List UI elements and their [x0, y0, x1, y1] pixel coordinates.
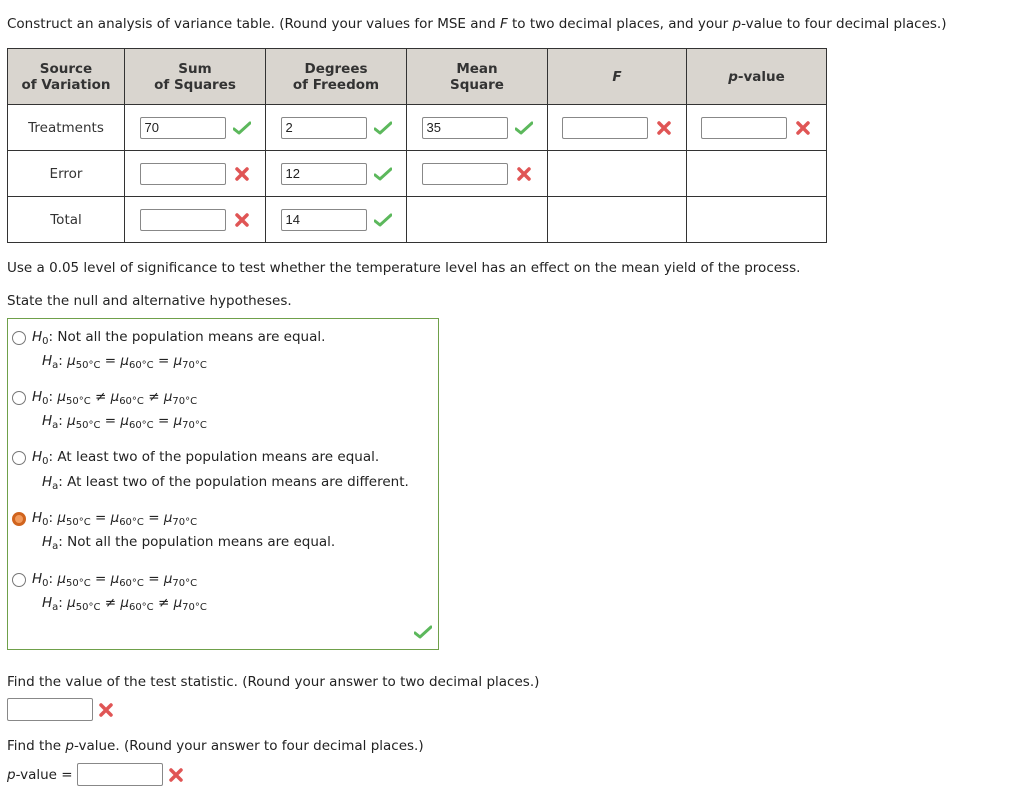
- radio-button[interactable]: [12, 573, 26, 587]
- x-icon: [515, 166, 533, 182]
- check-icon: [413, 625, 433, 643]
- p-cell: [686, 104, 827, 151]
- row-label: Treatments: [28, 119, 104, 136]
- row-label-cell: Treatments: [7, 104, 125, 151]
- instr-text: Construct an analysis of variance table.…: [7, 16, 500, 32]
- radio-button[interactable]: [12, 451, 26, 465]
- table-row-total: Total: [7, 196, 827, 243]
- radio-button-selected[interactable]: [12, 512, 26, 526]
- check-icon: [373, 212, 392, 228]
- ss-cell: [124, 104, 266, 151]
- header-sum-of-squares: Sum of Squares: [124, 48, 266, 105]
- h0-line: H0: Not all the population means are equ…: [32, 329, 326, 347]
- check-icon: [514, 120, 533, 136]
- header-text: -value: [737, 68, 785, 85]
- test-statistic-input[interactable]: [7, 698, 93, 721]
- empty-cell: [547, 196, 687, 243]
- radio-button[interactable]: [12, 331, 26, 345]
- treatments-df-input[interactable]: [280, 116, 367, 139]
- df-cell: [265, 150, 407, 197]
- error-df-input[interactable]: [280, 162, 367, 185]
- treatments-ms-input[interactable]: [421, 116, 508, 139]
- row-label-cell: Error: [7, 150, 125, 197]
- df-cell: [265, 196, 407, 243]
- empty-cell: [547, 150, 687, 197]
- table-row-treatments: Treatments: [7, 104, 827, 151]
- header-degrees-of-freedom: Degrees of Freedom: [265, 48, 407, 105]
- table-row-error: Error: [7, 150, 827, 197]
- ss-cell: [124, 196, 266, 243]
- ms-cell: [406, 104, 548, 151]
- row-label-cell: Total: [7, 196, 125, 243]
- header-text: Mean: [456, 60, 498, 77]
- p-value-label: p-value =: [7, 766, 73, 783]
- ha-line: Ha: At least two of the population means…: [42, 474, 409, 492]
- test-statistic-row: [7, 698, 115, 721]
- ms-cell: [406, 150, 548, 197]
- header-text: of Variation: [21, 76, 111, 93]
- empty-cell: [686, 196, 827, 243]
- p-value-prompt: Find the p-value. (Round your answer to …: [7, 738, 424, 754]
- h0-line: H0: μ50°C = μ60°C = μ70°C: [32, 510, 198, 528]
- header-text: of Freedom: [292, 76, 380, 93]
- x-icon: [97, 702, 115, 718]
- treatments-p-value-input[interactable]: [701, 116, 787, 139]
- ha-line: Ha: Not all the population means are equ…: [42, 534, 336, 552]
- error-ms-input[interactable]: [421, 162, 508, 185]
- h0-line: H0: μ50°C = μ60°C = μ70°C: [32, 571, 198, 589]
- header-f: F: [547, 48, 687, 105]
- header-p-value: p-value: [686, 48, 827, 105]
- header-text: Source: [39, 60, 93, 77]
- total-ss-input[interactable]: [139, 208, 226, 231]
- x-icon: [655, 120, 673, 136]
- header-text: of Squares: [154, 76, 236, 93]
- anova-table: Source of Variation Sum of Squares Degrees…: [7, 48, 827, 243]
- instr-f: F: [499, 16, 508, 32]
- ha-line: Ha: μ50°C = μ60°C = μ70°C: [42, 353, 207, 371]
- instr-text-end: -value to four decimal places.): [741, 16, 947, 32]
- h0-line: H0: At least two of the population means…: [32, 449, 380, 467]
- check-icon: [232, 120, 251, 136]
- radio-button[interactable]: [12, 391, 26, 405]
- ss-cell: [124, 150, 266, 197]
- table-instructions: Construct an analysis of variance table.…: [7, 16, 946, 32]
- total-df-input[interactable]: [280, 208, 367, 231]
- p-value-row: p-value =: [7, 763, 185, 786]
- x-icon: [233, 166, 251, 182]
- treatments-f-input[interactable]: [561, 116, 648, 139]
- check-icon: [373, 166, 392, 182]
- x-icon: [167, 767, 185, 783]
- p-value-input[interactable]: [76, 763, 163, 786]
- header-text: F: [612, 68, 622, 85]
- instr-p: p: [732, 16, 742, 32]
- significance-text: Use a 0.05 level of significance to test…: [7, 260, 801, 276]
- table-header-row: Source of Variation Sum of Squares Degrees…: [7, 48, 827, 105]
- check-icon: [373, 120, 392, 136]
- hypotheses-prompt: State the null and alternative hypothese…: [7, 293, 292, 309]
- header-mean-square: Mean Square: [406, 48, 548, 105]
- h0-line: H0: μ50°C ≠ μ60°C ≠ μ70°C: [32, 389, 198, 407]
- ha-line: Ha: μ50°C = μ60°C = μ70°C: [42, 413, 207, 431]
- header-text: Sum: [178, 60, 212, 77]
- test-statistic-prompt: Find the value of the test statistic. (R…: [7, 674, 540, 690]
- f-cell: [547, 104, 687, 151]
- ha-line: Ha: μ50°C ≠ μ60°C ≠ μ70°C: [42, 595, 207, 613]
- hypotheses-radio-group: H0: Not all the population means are equ…: [7, 318, 439, 650]
- df-cell: [265, 104, 407, 151]
- treatments-ss-input[interactable]: [139, 116, 226, 139]
- empty-cell: [406, 196, 548, 243]
- header-source: Source of Variation: [7, 48, 125, 105]
- instr-text-mid: to two decimal places, and your: [507, 16, 733, 32]
- empty-cell: [686, 150, 827, 197]
- row-label: Total: [50, 211, 82, 228]
- x-icon: [233, 212, 251, 228]
- header-text: Square: [450, 76, 504, 93]
- row-label: Error: [49, 165, 83, 182]
- header-text: p: [728, 68, 738, 85]
- x-icon: [794, 120, 812, 136]
- error-ss-input[interactable]: [139, 162, 226, 185]
- header-text: Degrees: [304, 60, 368, 77]
